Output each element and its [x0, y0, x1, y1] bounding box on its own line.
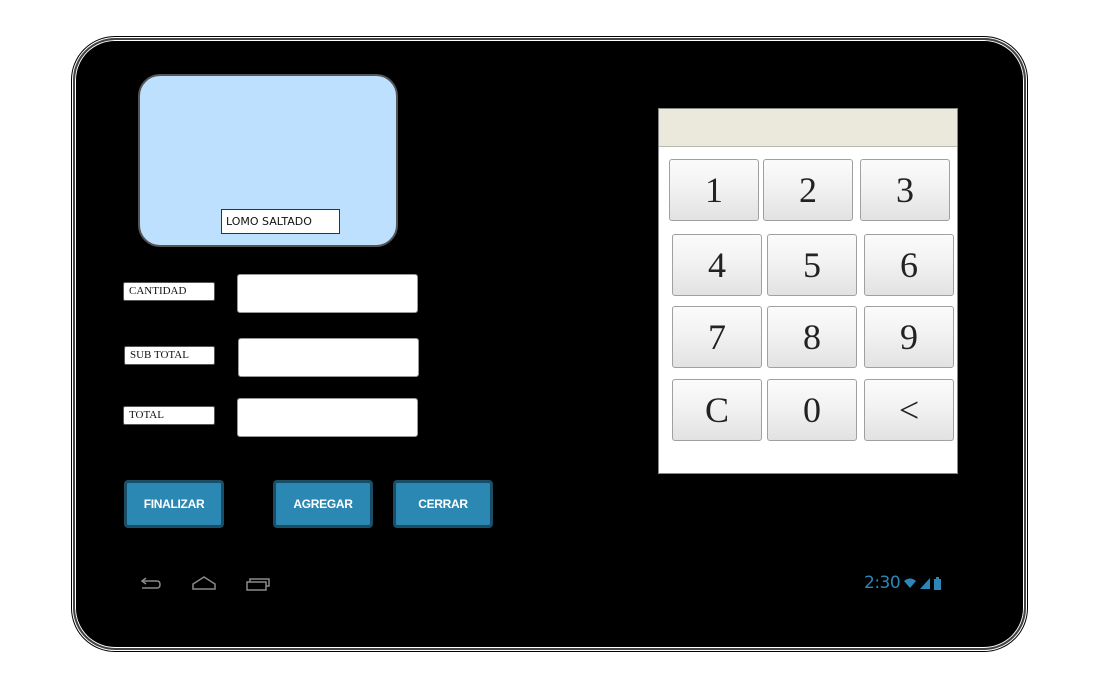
total-label: TOTAL	[123, 406, 215, 425]
status-bar: 2:30	[864, 573, 942, 593]
cantidad-input[interactable]	[237, 274, 418, 313]
key-2[interactable]: 2	[763, 159, 853, 221]
battery-icon	[934, 576, 942, 590]
subtotal-input[interactable]	[238, 338, 419, 377]
home-icon[interactable]	[191, 574, 217, 594]
finalizar-button[interactable]: FINALIZAR	[124, 480, 224, 528]
key-7[interactable]: 7	[672, 306, 762, 368]
recent-apps-icon[interactable]	[245, 574, 271, 594]
agregar-button[interactable]: AGREGAR	[273, 480, 373, 528]
key-backspace[interactable]: <	[864, 379, 954, 441]
numeric-keypad: 1 2 3 4 5 6 7 8 9 C 0 <	[658, 108, 958, 474]
key-8[interactable]: 8	[767, 306, 857, 368]
subtotal-label: SUB TOTAL	[124, 346, 215, 365]
key-0[interactable]: 0	[767, 379, 857, 441]
keypad-display	[659, 109, 957, 147]
cantidad-label: CANTIDAD	[123, 282, 215, 301]
cerrar-button[interactable]: CERRAR	[393, 480, 493, 528]
clock: 2:30	[864, 573, 901, 593]
key-5[interactable]: 5	[767, 234, 857, 296]
wifi-icon	[904, 578, 917, 588]
total-input[interactable]	[237, 398, 418, 437]
key-9[interactable]: 9	[864, 306, 954, 368]
key-4[interactable]: 4	[672, 234, 762, 296]
dish-name-label: LOMO SALTADO	[221, 209, 340, 234]
signal-icon	[920, 578, 931, 589]
key-1[interactable]: 1	[669, 159, 759, 221]
key-3[interactable]: 3	[860, 159, 950, 221]
key-clear[interactable]: C	[672, 379, 762, 441]
back-icon[interactable]	[138, 574, 162, 594]
key-6[interactable]: 6	[864, 234, 954, 296]
